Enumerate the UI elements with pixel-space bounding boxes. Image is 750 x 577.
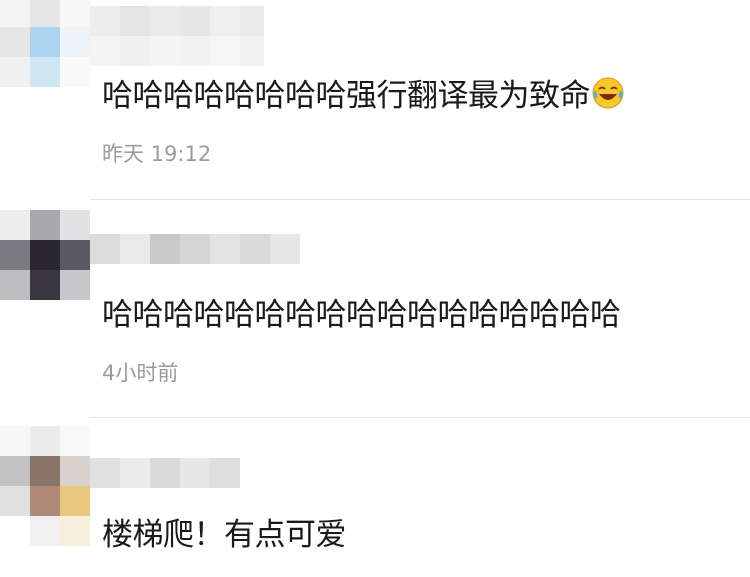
username[interactable] [90,6,264,36]
avatar[interactable] [0,0,90,87]
avatar[interactable] [0,210,90,300]
comment-item: 哈哈哈哈哈哈哈哈强行翻译最为致命 昨天 19:12 [0,0,750,200]
comment-text: 哈哈哈哈哈哈哈哈哈哈哈哈哈哈哈哈哈 [102,297,621,333]
username[interactable] [90,458,240,488]
comment-text-content: 哈哈哈哈哈哈哈哈强行翻译最为致命 [102,78,591,114]
laughing-tears-icon [591,76,625,120]
username[interactable] [90,234,300,264]
comment-item: 楼梯爬！有点可爱 [0,418,750,577]
username-line-2 [90,36,264,66]
comment-time: 4小时前 [102,361,179,385]
comment-text: 哈哈哈哈哈哈哈哈强行翻译最为致命 [102,76,625,120]
avatar[interactable] [0,426,90,516]
comment-item: 哈哈哈哈哈哈哈哈哈哈哈哈哈哈哈哈哈 4小时前 [0,200,750,418]
avatar-bottom-strip [30,516,90,546]
comment-text: 楼梯爬！有点可爱 [102,517,347,553]
comment-time: 昨天 19:12 [102,142,212,166]
